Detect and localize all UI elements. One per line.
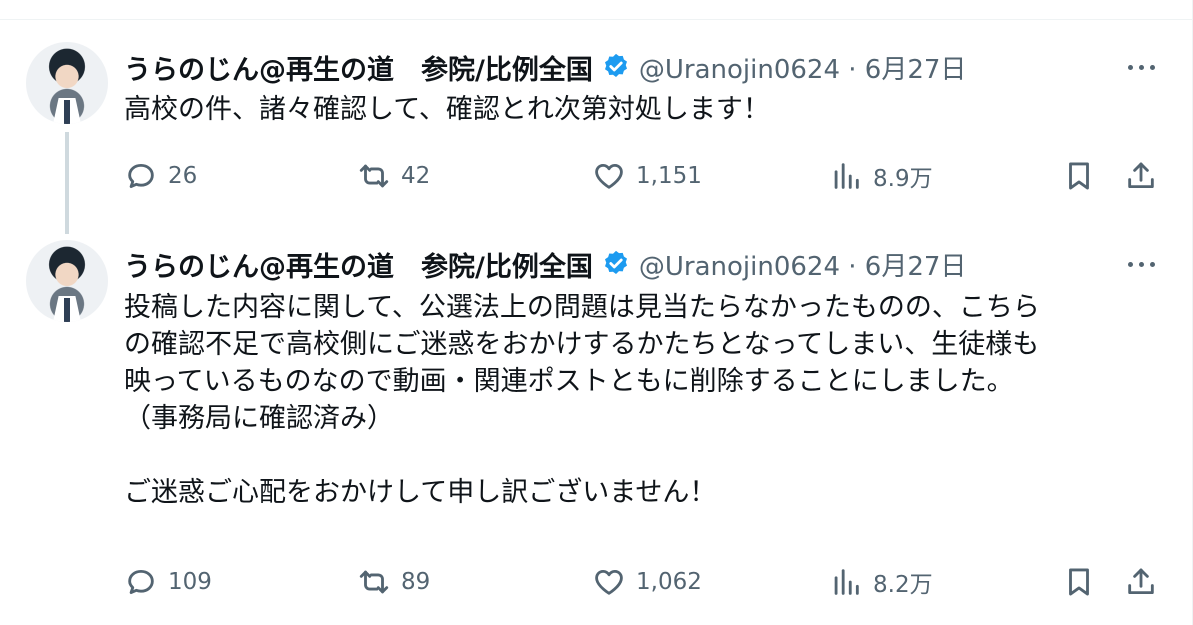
more-icon[interactable] [1125,254,1157,274]
tweet-text: 投稿した内容に関して、公選法上の問題は見当たらなかったものの、こちら の確認不足… [124,292,1040,508]
tweet-1[interactable]: うらのじん@再生の道 参院/比例全国 @Uranojin0624 · 6月27日… [0,0,1193,234]
views-icon [834,163,859,189]
share-button[interactable] [1123,158,1159,194]
reply-count: 26 [168,163,198,189]
tweet-actions: 109 89 1,062 8.2万 [124,564,1164,600]
like-icon [595,569,623,595]
reply-icon [128,163,154,189]
like-count: 1,062 [636,569,702,595]
repost-button[interactable]: 89 [357,564,430,600]
display-name[interactable]: うらのじん@再生の道 参院/比例全国 [124,245,593,284]
tweet-header: うらのじん@再生の道 参院/比例全国 @Uranojin0624 · 6月27日 [124,245,967,284]
repost-icon [359,570,389,594]
share-icon [1128,568,1154,595]
avatar[interactable] [26,42,108,124]
repost-icon [359,164,389,188]
reply-button[interactable]: 109 [124,564,212,600]
display-name[interactable]: うらのじん@再生の道 参院/比例全国 [124,48,593,87]
tweet-header: うらのじん@再生の道 参院/比例全国 @Uranojin0624 · 6月27日 [124,48,967,87]
tweet-text: 高校の件、諸々確認して、確認とれ次第対処します！ [124,94,770,125]
handle-date[interactable]: @Uranojin0624 · 6月27日 [639,49,967,86]
bookmark-button[interactable] [1061,564,1097,600]
like-icon [595,163,623,189]
tweet-2[interactable]: うらのじん@再生の道 参院/比例全国 @Uranojin0624 · 6月27日… [0,225,1193,625]
verified-badge-icon [604,53,627,77]
like-button[interactable]: 1,062 [592,564,702,600]
bookmark-icon [1069,568,1089,596]
repost-count: 42 [401,163,431,189]
more-icon[interactable] [1125,57,1157,77]
tweet-actions: 26 42 1,151 8.9万 [124,158,1164,194]
thread-line [65,132,69,234]
handle-date[interactable]: @Uranojin0624 · 6月27日 [639,246,967,283]
views-icon [834,569,859,595]
like-button[interactable]: 1,151 [592,158,702,194]
views-button[interactable]: 8.2万 [829,564,933,600]
views-count: 8.2万 [873,572,933,598]
share-icon [1128,162,1154,189]
like-count: 1,151 [636,163,702,189]
avatar[interactable] [26,240,108,322]
views-count: 8.9万 [873,166,933,192]
views-button[interactable]: 8.9万 [829,158,933,194]
verified-badge-icon [604,250,627,274]
bookmark-icon [1069,162,1089,190]
share-button[interactable] [1123,564,1159,600]
bookmark-button[interactable] [1061,158,1097,194]
reply-button[interactable]: 26 [124,158,197,194]
repost-button[interactable]: 42 [357,158,430,194]
reply-icon [128,569,154,595]
repost-count: 89 [401,569,431,595]
reply-count: 109 [168,569,212,595]
